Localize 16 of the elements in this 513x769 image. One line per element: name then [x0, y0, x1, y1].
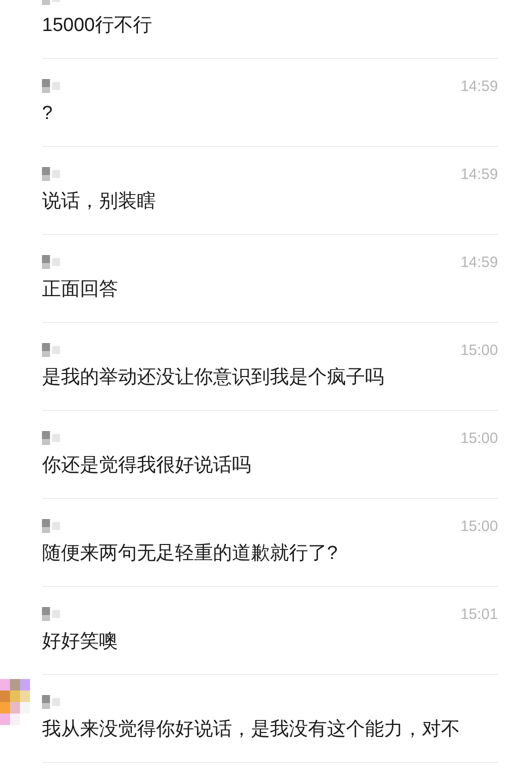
message-time: 14:59	[460, 254, 498, 270]
message-text: 我从来没觉得你好说话，是我没有这个能力，对不	[42, 718, 461, 742]
message-time: 15:00	[460, 342, 498, 358]
message-text: ?	[42, 102, 54, 126]
message-text: 正面回答	[42, 278, 119, 302]
message-text: 说话，别装瞎	[42, 190, 157, 214]
message-text: 随便来两句无足轻重的道歉就行了?	[42, 542, 339, 566]
message-time: 15:00	[460, 518, 498, 534]
message-time: 15:01	[460, 606, 498, 622]
message-text: 15000行不行	[42, 14, 153, 38]
message-text: 是我的举动还没让你意识到我是个疯子吗	[42, 366, 385, 390]
message-time: 15:00	[460, 430, 498, 446]
message-time: 14:59	[460, 166, 498, 182]
message-text: 好好笑噢	[42, 630, 119, 654]
message-text: 你还是觉得我很好说话吗	[42, 454, 252, 478]
message-time: 14:59	[460, 78, 498, 94]
